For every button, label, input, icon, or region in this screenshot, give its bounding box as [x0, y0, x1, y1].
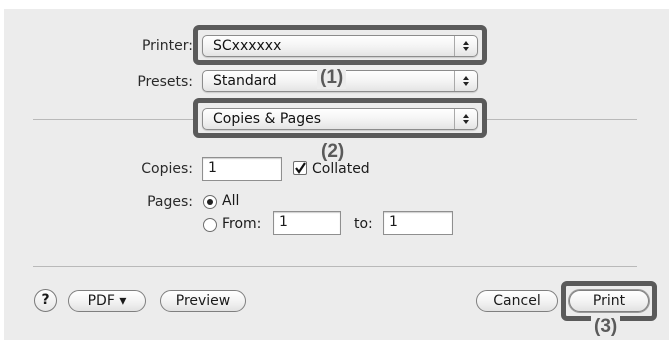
copies-label: Copies: [141, 161, 193, 177]
checkmark-icon [295, 162, 306, 174]
presets-label: Presets: [137, 74, 193, 90]
panel-value: Copies & Pages [213, 111, 322, 127]
separator [33, 119, 193, 120]
popup-arrows-icon [454, 71, 477, 91]
printer-value: SCxxxxxx [213, 38, 282, 54]
pages-from-field[interactable]: 1 [273, 211, 341, 235]
printer-label: Printer: [141, 38, 193, 54]
print-dialog: Printer: SCxxxxxx Presets: Standard (1) … [0, 0, 669, 340]
pages-all-label: All [222, 193, 240, 209]
popup-arrows-icon [454, 36, 477, 56]
panel-popup[interactable]: Copies & Pages [202, 108, 478, 130]
separator [33, 266, 637, 267]
pages-from-label: From: [222, 216, 262, 232]
collated-label: Collated [312, 161, 370, 177]
preview-button[interactable]: Preview [160, 290, 246, 312]
collated-checkbox[interactable] [293, 161, 307, 175]
pages-from-radio[interactable] [203, 218, 217, 232]
popup-arrows-icon [454, 109, 477, 129]
help-button[interactable]: ? [34, 289, 57, 312]
copies-field[interactable]: 1 [202, 157, 282, 181]
callout-1: (1) [317, 67, 347, 89]
pages-label: Pages: [147, 194, 193, 210]
callout-3: (3) [591, 316, 621, 338]
pages-to-field[interactable]: 1 [383, 211, 453, 235]
presets-value: Standard [213, 73, 277, 89]
pdf-button[interactable]: PDF ▾ [68, 290, 146, 312]
separator [487, 119, 637, 120]
pages-all-radio[interactable] [203, 195, 217, 209]
pages-to-label: to: [354, 216, 373, 232]
printer-popup[interactable]: SCxxxxxx [202, 35, 478, 57]
print-button[interactable]: Print [569, 290, 649, 312]
callout-2: (2) [318, 141, 348, 163]
cancel-button[interactable]: Cancel [476, 290, 558, 312]
